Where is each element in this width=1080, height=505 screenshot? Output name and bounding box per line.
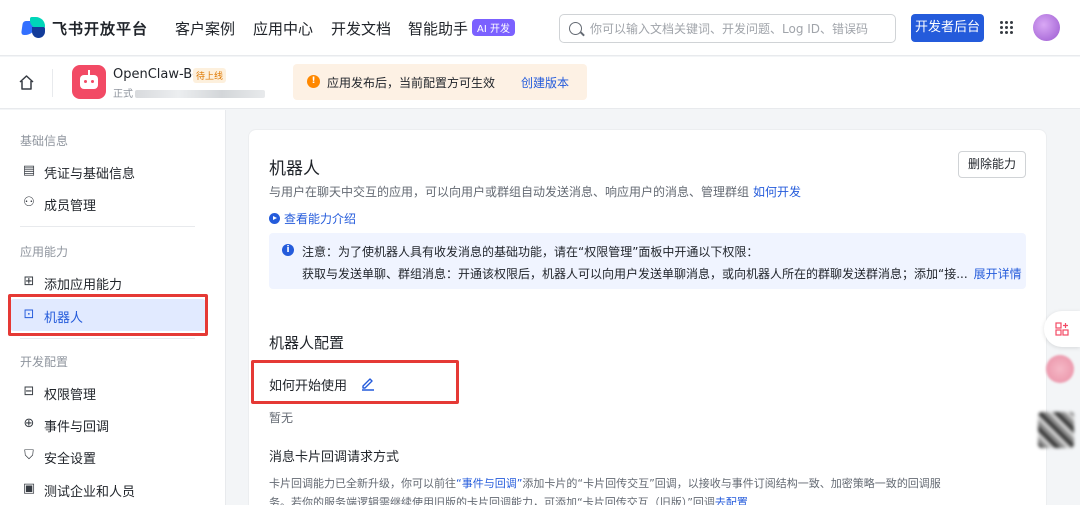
description-text: 与用户在聊天中交互的应用，可以向用户或群组自动发送消息、响应用户的消息、管理群组 (269, 185, 750, 199)
how-to-use-empty: 暂无 (269, 411, 294, 425)
highlight-box-bot (8, 294, 208, 336)
sidebar-item-label: 凭证与基础信息 (44, 167, 136, 182)
callback-text-1a: 卡片回调能力已全新升级，你可以前往 (269, 477, 456, 490)
nav-docs[interactable]: 开发文档 (331, 18, 391, 39)
sidebar-item-label: 安全设置 (44, 452, 97, 467)
widget-grid-icon (1055, 322, 1069, 336)
sidebar-section-basic: 基础信息 (20, 134, 69, 148)
apps-grid-icon[interactable] (1000, 21, 1014, 35)
sidebar-item-label: 添加应用能力 (44, 278, 123, 293)
delete-capability-button[interactable]: 删除能力 (958, 151, 1026, 178)
nav-app-center[interactable]: 应用中心 (253, 18, 313, 39)
ai-badge: AI 开发 (472, 19, 515, 36)
status-badge: 待上线 (193, 68, 227, 83)
app-name[interactable]: OpenClaw-Bot (113, 67, 205, 82)
redacted-blur (135, 90, 265, 98)
create-version-link[interactable]: 创建版本 (521, 74, 569, 91)
user-avatar[interactable] (1033, 14, 1060, 41)
permission-icon: ⊟ (23, 384, 35, 399)
sidebar-item-label: 权限管理 (44, 388, 97, 403)
intro-link-label: 查看能力介绍 (284, 212, 357, 226)
info-icon: i (282, 244, 294, 256)
assistant-avatar[interactable] (1046, 355, 1074, 383)
redacted-qr-image (1038, 412, 1074, 448)
search-box[interactable] (559, 14, 896, 43)
event-icon: ⊕ (23, 416, 35, 431)
developer-console-button[interactable]: 开发者后台 (911, 14, 984, 42)
shield-icon: ⛉ (24, 448, 34, 463)
view-intro-link[interactable]: 查看能力介绍 (269, 210, 356, 227)
sidebar-item-credentials[interactable]: ▤ 凭证与基础信息 (10, 155, 206, 187)
play-icon (269, 213, 280, 224)
sidebar-section-capability: 应用能力 (20, 245, 69, 259)
callback-text-1b: 添加卡片的“卡片回传交互”回调，以接收与事件订阅结构一致、加密策略一致 (522, 477, 897, 490)
info-line-2: 获取与发送单聊、群组消息：开通该权限后，机器人可以向用户发送单聊消息，或向机器人… (302, 265, 1022, 282)
feishu-logo-icon (21, 17, 46, 39)
member-icon: ⚇ (23, 195, 35, 210)
sidebar-item-label: 测试企业和人员 (44, 485, 136, 500)
notice-text: 应用发布后，当前配置方可生效 (327, 76, 496, 90)
nav-assistant-label: 智能助手 (408, 20, 469, 38)
page-title: 机器人 (269, 159, 320, 179)
permission-info-box: i 注意：为了使机器人具有收发消息的基础功能，请在“权限管理”面板中开通以下权限… (269, 233, 1026, 289)
sidebar-item-label: 成员管理 (44, 199, 97, 214)
sidebar-item-permissions[interactable]: ⊟ 权限管理 (10, 376, 206, 408)
sidebar-item-members[interactable]: ⚇ 成员管理 (10, 187, 206, 219)
page-description: 与用户在聊天中交互的应用，可以向用户或群组自动发送消息、响应用户的消息、管理群组… (269, 183, 801, 200)
brand-name: 飞书开放平台 (52, 19, 149, 38)
header-divider (52, 69, 53, 97)
nav-cases[interactable]: 客户案例 (175, 18, 235, 39)
sidebar-item-events[interactable]: ⊕ 事件与回调 (10, 408, 206, 440)
sidebar-item-security[interactable]: ⛉ 安全设置 (10, 440, 206, 472)
events-callback-link[interactable]: “事件与回调” (456, 477, 522, 490)
sidebar-item-label: 事件与回调 (44, 420, 110, 435)
floating-widget-button[interactable] (1044, 311, 1080, 347)
highlight-box-how-to-use (251, 360, 459, 404)
publish-notice: ! 应用发布后，当前配置方可生效 创建版本 (293, 64, 587, 100)
card-callback-title: 消息卡片回调请求方式 (269, 450, 400, 465)
search-input[interactable] (590, 20, 890, 38)
expand-details-link[interactable]: 展开详情 (974, 267, 1022, 281)
search-icon (569, 22, 582, 35)
credential-icon: ▤ (22, 163, 36, 178)
test-icon: ▣ (22, 481, 36, 496)
sidebar-divider (20, 338, 195, 339)
brand-logo[interactable]: 飞书开放平台 (21, 17, 149, 39)
app-bot-avatar (72, 65, 106, 99)
how-to-develop-link[interactable]: 如何开发 (753, 185, 801, 199)
configure-link[interactable]: 去配置 (715, 496, 748, 505)
home-icon[interactable] (18, 74, 35, 91)
app-sub-prefix: 正式 (113, 89, 133, 100)
bot-config-title: 机器人配置 (269, 334, 345, 352)
sidebar-item-test[interactable]: ▣ 测试企业和人员 (10, 473, 206, 505)
info-line-1: 注意：为了使机器人具有收发消息的基础功能，请在“权限管理”面板中开通以下权限： (302, 245, 759, 259)
card-callback-description: 卡片回调能力已全新升级，你可以前往“事件与回调”添加卡片的“卡片回传交互”回调，… (269, 474, 949, 505)
nav-assistant[interactable]: 智能助手 AI 开发 (408, 18, 515, 39)
sidebar-divider (20, 226, 195, 227)
app-subtitle: 正式 (113, 85, 265, 100)
info-line-2-text: 获取与发送单聊、群组消息：开通该权限后，机器人可以向用户发送单聊消息，或向机器人… (302, 267, 968, 281)
add-capability-icon: ⊞ (23, 274, 35, 289)
sidebar-section-dev: 开发配置 (20, 355, 69, 369)
warning-icon: ! (307, 75, 320, 88)
top-navbar: 飞书开放平台 客户案例 应用中心 开发文档 智能助手AI 开发 开发者后台 (0, 0, 1080, 56)
